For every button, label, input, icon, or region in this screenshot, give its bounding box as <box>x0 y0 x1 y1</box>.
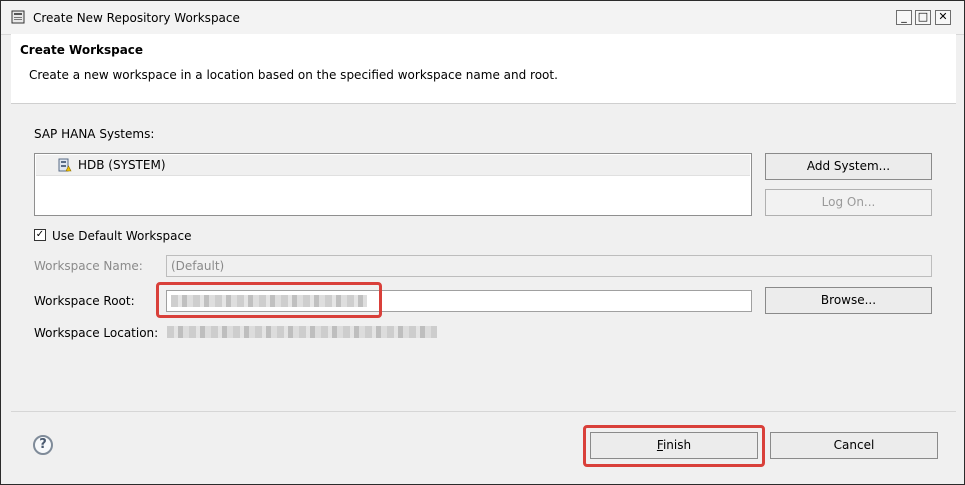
maximize-button[interactable]: □ <box>915 10 931 25</box>
help-icon[interactable]: ? <box>33 435 53 455</box>
workspace-name-label: Workspace Name: <box>34 259 143 273</box>
list-item[interactable]: HDB (SYSTEM) <box>36 155 750 176</box>
cancel-button[interactable]: Cancel <box>770 432 938 459</box>
window-title: Create New Repository Workspace <box>33 11 240 25</box>
list-item-label: HDB (SYSTEM) <box>78 158 166 172</box>
dialog-header: Create Workspace Create a new workspace … <box>11 34 956 104</box>
workspace-root-label: Workspace Root: <box>34 294 135 308</box>
browse-button[interactable]: Browse... <box>765 287 932 314</box>
title-bar[interactable]: Create New Repository Workspace _ □ ✕ <box>1 1 964 35</box>
header-title: Create Workspace <box>20 43 144 57</box>
minimize-button[interactable]: _ <box>896 10 912 25</box>
database-system-icon <box>58 158 72 172</box>
redacted-location <box>167 326 437 338</box>
use-default-checkbox[interactable]: ✓ <box>34 229 46 241</box>
highlight-box-root <box>156 282 382 318</box>
workspace-location-label: Workspace Location: <box>34 326 159 340</box>
workspace-name-field[interactable]: (Default) <box>166 255 932 277</box>
highlight-box-finish <box>583 425 765 467</box>
log-on-button[interactable]: Log On... <box>765 189 932 216</box>
dialog-window: Create New Repository Workspace _ □ ✕ Cr… <box>0 0 965 485</box>
app-icon <box>11 10 25 24</box>
add-system-button[interactable]: Add System... <box>765 153 932 180</box>
footer-divider <box>11 411 956 412</box>
close-button[interactable]: ✕ <box>935 10 951 25</box>
systems-label: SAP HANA Systems: <box>34 127 155 141</box>
systems-list[interactable]: HDB (SYSTEM) <box>34 153 752 216</box>
use-default-label: Use Default Workspace <box>52 229 192 243</box>
header-description: Create a new workspace in a location bas… <box>29 68 558 82</box>
